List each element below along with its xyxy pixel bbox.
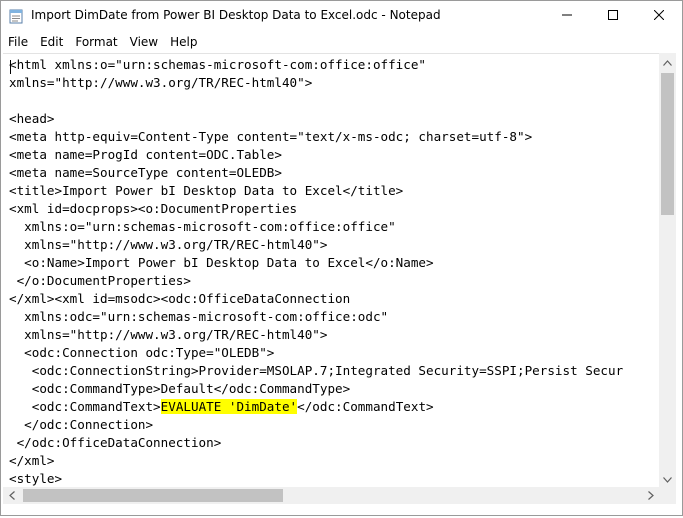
code-line: <html xmlns:o="urn:schemas-microsoft-com… xyxy=(9,57,427,72)
command-text-close-tag: </odc:CommandText> xyxy=(297,399,434,414)
code-line: </xml> xyxy=(9,453,55,468)
scroll-left-button[interactable] xyxy=(3,487,20,504)
code-line: <meta name=ProgId content=ODC.Table> xyxy=(9,147,282,162)
code-line: <head> xyxy=(9,111,55,126)
menu-format[interactable]: Format xyxy=(69,32,123,52)
maximize-button[interactable] xyxy=(590,1,636,31)
chevron-down-icon xyxy=(663,470,672,488)
code-line: </xml><xml id=msodc><odc:OfficeDataConne… xyxy=(9,291,351,306)
chevron-right-icon xyxy=(647,487,654,505)
menu-help[interactable]: Help xyxy=(164,32,203,52)
code-line: <meta http-equiv=Content-Type content="t… xyxy=(9,129,533,144)
menu-edit[interactable]: Edit xyxy=(34,32,69,52)
title-bar[interactable]: Import DimDate from Power BI Desktop Dat… xyxy=(1,1,682,31)
code-line: <xml id=docprops><o:DocumentProperties xyxy=(9,201,298,216)
chevron-left-icon xyxy=(8,487,15,505)
text-editor[interactable]: <html xmlns:o="urn:schemas-microsoft-com… xyxy=(3,53,659,488)
code-line: xmlns="http://www.w3.org/TR/REC-html40"> xyxy=(9,327,328,342)
code-line: </odc:OfficeDataConnection> xyxy=(9,435,222,450)
close-icon xyxy=(653,7,665,25)
close-button[interactable] xyxy=(636,1,682,31)
command-text-open-tag: <odc:CommandText> xyxy=(9,399,161,414)
code-line: xmlns:odc="urn:schemas-microsoft-com:off… xyxy=(9,309,389,324)
code-line: xmlns="http://www.w3.org/TR/REC-html40"> xyxy=(9,237,328,252)
maximize-icon xyxy=(608,7,618,25)
code-line: xmlns="http://www.w3.org/TR/REC-html40"> xyxy=(9,75,313,90)
scroll-up-button[interactable] xyxy=(659,53,676,70)
code-line: </o:DocumentProperties> xyxy=(9,273,191,288)
code-line: <style> xyxy=(9,471,63,486)
menu-bar: File Edit Format View Help xyxy=(1,31,682,53)
code-line: xmlns:o="urn:schemas-microsoft-com:offic… xyxy=(9,219,396,234)
code-line: <odc:Connection odc:Type="OLEDB"> xyxy=(9,345,275,360)
chevron-up-icon xyxy=(663,53,672,71)
code-line-command-text: <odc:CommandText>EVALUATE 'DimDate'</odc… xyxy=(9,398,434,416)
code-line: <o:Name>Import Power bI Desktop Data to … xyxy=(9,255,434,270)
vertical-scroll-thumb[interactable] xyxy=(661,73,674,215)
code-line: <meta name=SourceType content=OLEDB> xyxy=(9,165,282,180)
scroll-down-button[interactable] xyxy=(659,470,676,487)
menu-file[interactable]: File xyxy=(1,32,34,52)
minimize-icon xyxy=(562,7,572,25)
code-line: <odc:CommandType>Default</odc:CommandTyp… xyxy=(9,381,351,396)
notepad-window: Import DimDate from Power BI Desktop Dat… xyxy=(0,0,683,516)
scroll-right-button[interactable] xyxy=(642,487,659,504)
menu-view[interactable]: View xyxy=(124,32,164,52)
horizontal-scroll-thumb[interactable] xyxy=(23,489,283,502)
horizontal-scrollbar[interactable] xyxy=(3,487,659,504)
window-title: Import DimDate from Power BI Desktop Dat… xyxy=(31,8,441,22)
highlighted-dax-query: EVALUATE 'DimDate' xyxy=(160,399,298,414)
vertical-scrollbar[interactable] xyxy=(659,53,676,487)
code-line: </odc:Connection> xyxy=(9,417,154,432)
notepad-icon[interactable] xyxy=(9,8,23,24)
code-line: <title>Import Power bI Desktop Data to E… xyxy=(9,183,404,198)
minimize-button[interactable] xyxy=(544,1,590,31)
code-line: <odc:ConnectionString>Provider=MSOLAP.7;… xyxy=(9,363,624,378)
scrollbar-corner xyxy=(659,487,676,504)
